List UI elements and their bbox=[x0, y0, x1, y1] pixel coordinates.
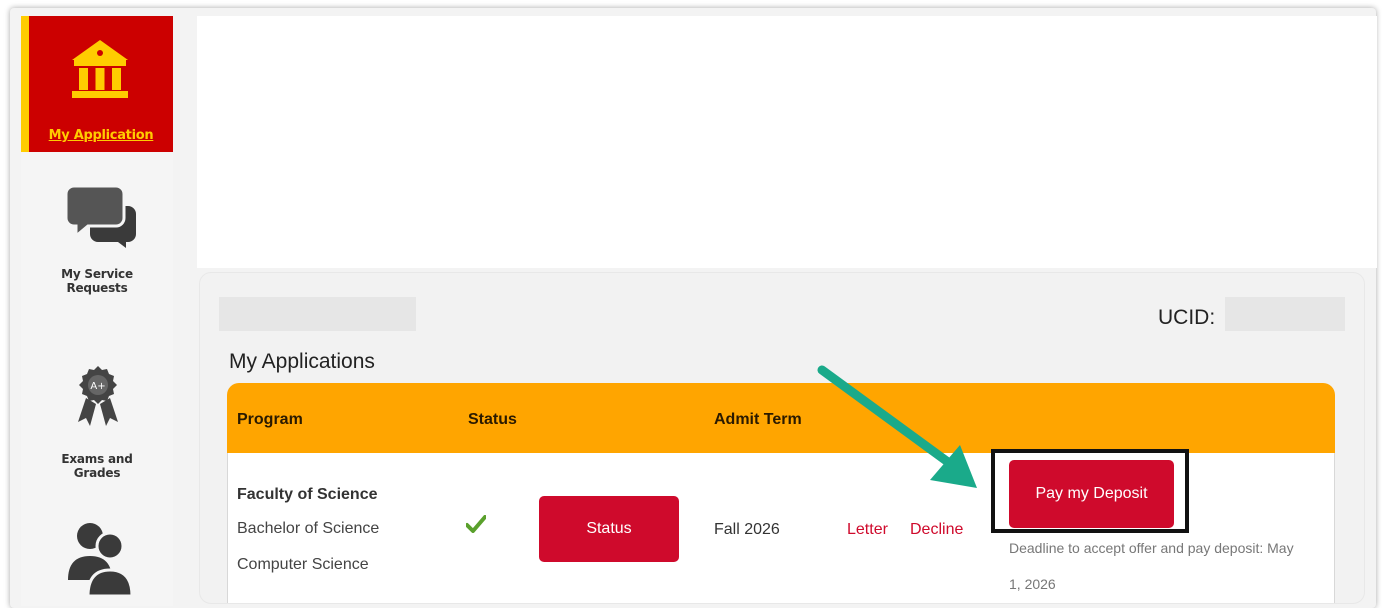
sidebar-item-label: My Application bbox=[48, 128, 154, 143]
admit-term-value: Fall 2026 bbox=[714, 521, 780, 538]
ucid-label: UCID: bbox=[1158, 306, 1216, 329]
program-faculty: Faculty of Science bbox=[237, 486, 378, 503]
letter-link[interactable]: Letter bbox=[847, 521, 888, 539]
award-ribbon-icon: A+ bbox=[76, 364, 120, 433]
program-degree: Bachelor of Science bbox=[237, 520, 380, 537]
annotation-arrow-icon bbox=[812, 360, 992, 500]
column-header-admit-term: Admit Term bbox=[714, 411, 802, 428]
pay-deposit-button[interactable]: Pay my Deposit bbox=[1009, 460, 1174, 528]
institution-icon bbox=[70, 38, 130, 105]
ucid-value-redacted bbox=[1225, 297, 1345, 331]
status-button[interactable]: Status bbox=[539, 496, 679, 562]
student-name-redacted bbox=[219, 297, 416, 331]
sidebar-item-label-line2: Requests bbox=[66, 281, 128, 295]
top-banner-area bbox=[197, 16, 1377, 268]
deposit-deadline-text: Deadline to accept offer and pay deposit… bbox=[1009, 540, 1294, 592]
sidebar-item-label: My Service Requests bbox=[21, 267, 173, 295]
sidebar-item-label-line1: My Service bbox=[61, 267, 133, 281]
sidebar-item-label-line2: Grades bbox=[73, 466, 121, 480]
column-header-program: Program bbox=[237, 411, 303, 428]
chat-bubbles-icon bbox=[64, 184, 138, 253]
sidebar-item-people[interactable] bbox=[21, 518, 173, 608]
section-title: My Applications bbox=[229, 350, 375, 373]
users-icon bbox=[66, 518, 134, 603]
column-header-status: Status bbox=[468, 411, 517, 428]
sidebar-item-my-application[interactable]: My Application bbox=[21, 16, 173, 152]
svg-text:A+: A+ bbox=[90, 381, 105, 392]
sidebar-item-service-requests[interactable]: My Service Requests bbox=[21, 181, 173, 311]
sidebar-item-label-line1: Exams and bbox=[61, 452, 133, 466]
decline-link[interactable]: Decline bbox=[910, 521, 963, 539]
sidebar-item-exams-and-grades[interactable]: A+ Exams and Grades bbox=[21, 364, 173, 484]
checkmark-icon bbox=[465, 515, 487, 538]
program-major: Computer Science bbox=[237, 556, 369, 573]
sidebar: My Application My Service Requests A+ Ex… bbox=[21, 16, 173, 606]
sidebar-item-label: Exams and Grades bbox=[21, 452, 173, 480]
